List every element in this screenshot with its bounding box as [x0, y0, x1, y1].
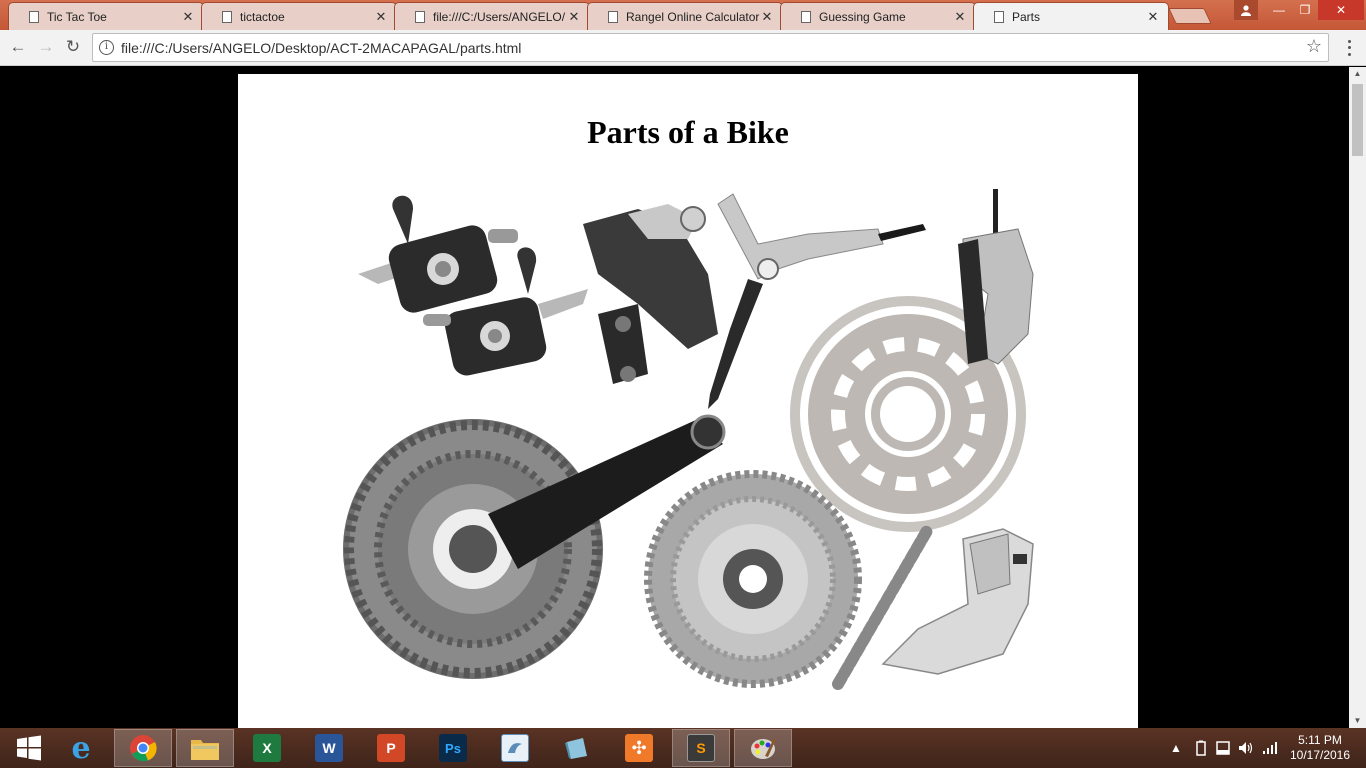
- back-button[interactable]: ←: [8, 37, 28, 57]
- clock-date: 10/17/2016: [1289, 748, 1351, 762]
- bike-parts-image: [343, 189, 1034, 690]
- page-icon: [608, 10, 618, 23]
- scroll-up-arrow-icon[interactable]: ▲: [1349, 67, 1366, 81]
- front-derailleur-illustration: [881, 528, 1034, 675]
- app-icon: [565, 738, 587, 759]
- tab-title: Guessing Game: [819, 9, 906, 24]
- address-bar[interactable]: i file:///C:/Users/ANGELO/Desktop/ACT-2M…: [92, 33, 1329, 62]
- mysql-installer-icon: [501, 734, 529, 762]
- tab-tic-tac-toe[interactable]: Tic Tac Toe ✕: [8, 2, 204, 30]
- taskbar-word[interactable]: W: [300, 729, 358, 767]
- tab-guessing-game[interactable]: Guessing Game ✕: [780, 2, 976, 30]
- url-text[interactable]: file:///C:/Users/ANGELO/Desktop/ACT-2MAC…: [121, 40, 521, 56]
- rear-derailleur-illustration: [583, 204, 718, 384]
- windows-logo-icon: [17, 735, 41, 761]
- tab-file-url[interactable]: file:///C:/Users/ANGELO/ ✕: [394, 2, 590, 30]
- close-tab-icon[interactable]: ✕: [760, 9, 774, 25]
- network-icon[interactable]: [1262, 728, 1278, 768]
- system-clock[interactable]: 5:11 PM 10/17/2016: [1284, 733, 1356, 763]
- taskbar-file-explorer[interactable]: [176, 729, 234, 767]
- start-button[interactable]: [0, 729, 58, 767]
- taskbar-sublime-text[interactable]: S: [672, 729, 730, 767]
- xampp-icon: ✣: [625, 734, 653, 762]
- brake-caliper-illustration: [958, 189, 1034, 365]
- cassette-illustration: [644, 470, 862, 688]
- scrollbar-thumb[interactable]: [1352, 84, 1363, 156]
- tab-calculator[interactable]: Rangel Online Calculator ✕: [587, 2, 783, 30]
- close-tab-icon[interactable]: ✕: [181, 9, 195, 25]
- page-viewport: Parts of a Bike: [0, 67, 1349, 728]
- clock-time: 5:11 PM: [1298, 733, 1342, 747]
- taskbar-mysql-installer[interactable]: [486, 729, 544, 767]
- tab-title: Rangel Online Calculator: [626, 9, 760, 24]
- photoshop-icon: Ps: [439, 734, 467, 762]
- vertical-scrollbar[interactable]: ▲ ▼: [1349, 67, 1366, 728]
- tab-title: Parts: [1012, 9, 1041, 24]
- scroll-down-arrow-icon[interactable]: ▼: [1349, 714, 1366, 728]
- tab-tictactoe[interactable]: tictactoe ✕: [201, 2, 397, 30]
- battery-icon[interactable]: [1196, 728, 1206, 768]
- page-icon: [415, 10, 425, 23]
- tab-title: Tic Tac Toe: [47, 9, 107, 24]
- tab-title: file:///C:/Users/ANGELO/: [433, 9, 566, 24]
- taskbar-xampp[interactable]: ✣: [610, 729, 668, 767]
- volume-icon[interactable]: [1238, 728, 1254, 768]
- close-tab-icon[interactable]: ✕: [953, 9, 967, 25]
- word-icon: W: [315, 734, 343, 762]
- bookmark-star-icon[interactable]: ☆: [1306, 36, 1322, 57]
- person-icon: [1241, 4, 1251, 16]
- profile-button[interactable]: [1234, 0, 1258, 20]
- page-icon: [994, 10, 1004, 23]
- close-tab-icon[interactable]: ✕: [567, 9, 581, 25]
- tab-parts[interactable]: Parts ✕: [973, 2, 1169, 30]
- forward-button[interactable]: →: [36, 37, 56, 57]
- folder-icon: [191, 740, 219, 760]
- taskbar-powerpoint[interactable]: P: [362, 729, 420, 767]
- windows-taskbar: e X W P Ps ✣ S ▲ 5:11 PM 10/17/2016: [0, 728, 1366, 768]
- internet-explorer-icon: e: [71, 730, 91, 766]
- minimize-button[interactable]: —: [1264, 0, 1294, 20]
- maximize-button[interactable]: ❐: [1292, 0, 1318, 20]
- browser-toolbar: ← → ↻ i file:///C:/Users/ANGELO/Desktop/…: [0, 30, 1366, 66]
- page-heading: Parts of a Bike: [587, 114, 789, 150]
- taskbar-internet-explorer[interactable]: e: [52, 729, 110, 767]
- action-center-icon[interactable]: [1216, 728, 1230, 768]
- page-icon: [801, 10, 811, 23]
- close-tab-icon[interactable]: ✕: [374, 9, 388, 25]
- taskbar-excel[interactable]: X: [238, 729, 296, 767]
- close-tab-icon[interactable]: ✕: [1146, 9, 1160, 25]
- paint-palette-icon: [751, 738, 776, 759]
- reload-button[interactable]: ↻: [63, 37, 83, 57]
- shifters-illustration: [358, 195, 588, 376]
- close-window-button[interactable]: ✕: [1318, 0, 1364, 20]
- page-content: Parts of a Bike: [238, 74, 1138, 728]
- info-icon[interactable]: i: [99, 40, 114, 55]
- tab-title: tictactoe: [240, 9, 285, 24]
- taskbar-app[interactable]: [548, 729, 606, 767]
- taskbar-chrome[interactable]: [114, 729, 172, 767]
- tab-strip: Tic Tac Toe ✕ tictactoe ✕ file:///C:/Use…: [0, 0, 1366, 30]
- chrome-icon: [130, 735, 157, 762]
- chrome-menu-button[interactable]: [1341, 38, 1357, 58]
- taskbar-photoshop[interactable]: Ps: [424, 729, 482, 767]
- page-icon: [29, 10, 39, 23]
- show-hidden-icons-button[interactable]: ▲: [1170, 728, 1182, 768]
- page-icon: [222, 10, 232, 23]
- new-tab-button[interactable]: [1168, 8, 1212, 24]
- powerpoint-icon: P: [377, 734, 405, 762]
- excel-icon: X: [253, 734, 281, 762]
- sublime-text-icon: S: [687, 734, 715, 762]
- taskbar-paint[interactable]: [734, 729, 792, 767]
